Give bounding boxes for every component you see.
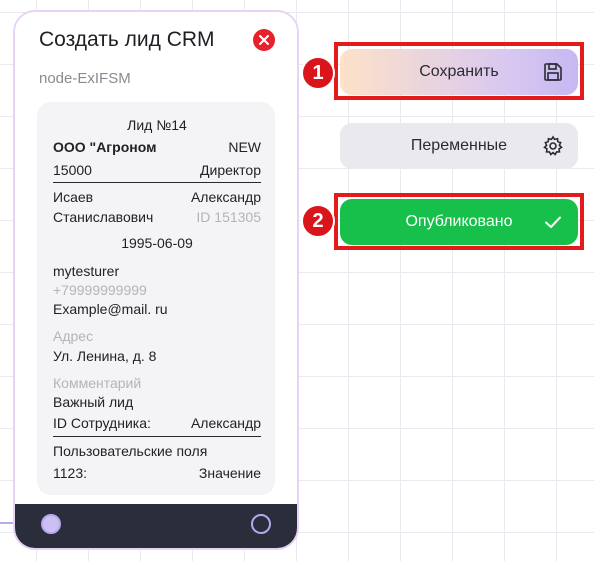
- employee-value: Александр: [190, 415, 261, 431]
- middle-name-row: Станиславович ID 151305: [53, 209, 261, 225]
- company-row: ООО "Агроном NEW: [53, 139, 261, 155]
- custom-field-key: 1123:: [53, 465, 87, 481]
- divider: [53, 436, 261, 437]
- close-button[interactable]: [253, 29, 275, 51]
- highlight-box-publish: [334, 193, 584, 250]
- employee-label: ID Сотрудника:: [53, 415, 151, 431]
- step-marker-2: 2: [301, 204, 335, 238]
- close-icon: [259, 35, 269, 45]
- address-label: Адрес: [53, 328, 94, 344]
- employee-row: ID Сотрудника: Александр: [53, 415, 261, 431]
- divider: [53, 182, 261, 183]
- variables-label: Переменные: [410, 137, 508, 154]
- birth-date: 1995-06-09: [121, 235, 193, 251]
- first-name: Александр: [190, 189, 261, 205]
- output-port[interactable]: [251, 514, 271, 534]
- node-footer: [15, 504, 297, 548]
- custom-field-row: 1123: Значение: [53, 465, 261, 481]
- node-title: Создать лид CRM: [39, 28, 215, 51]
- lead-status: NEW: [228, 139, 261, 155]
- crm-lead-node[interactable]: Создать лид CRM node-ExIFSM Лид №14 ООО …: [13, 10, 299, 550]
- lead-id: ID 151305: [196, 209, 261, 225]
- custom-fields-label: Пользовательские поля: [53, 443, 208, 459]
- lead-amount: 15000: [53, 162, 92, 178]
- company-name: ООО "Агроном: [53, 139, 157, 155]
- address: Ул. Ленина, д. 8: [53, 348, 157, 364]
- highlight-box-save: [334, 42, 584, 100]
- variables-button[interactable]: Переменные: [340, 123, 578, 169]
- contact-position: Директор: [200, 162, 261, 178]
- name-row: Исаев Александр: [53, 189, 261, 205]
- step-marker-1: 1: [301, 56, 335, 90]
- input-port[interactable]: [41, 514, 61, 534]
- phone: +79999999999: [53, 282, 147, 298]
- node-id: node-ExIFSM: [39, 70, 131, 87]
- email: Example@mail. ru: [53, 301, 168, 317]
- comment-label: Комментарий: [53, 375, 142, 391]
- lead-title: Лид №14: [127, 117, 187, 133]
- middle-name: Станиславович: [53, 209, 154, 225]
- gear-icon: [543, 135, 563, 156]
- login: mytesturer: [53, 263, 120, 279]
- amount-row: 15000 Директор: [53, 162, 261, 178]
- last-name: Исаев: [53, 189, 94, 205]
- custom-field-value: Значение: [198, 465, 261, 481]
- comment: Важный лид: [53, 394, 134, 410]
- lead-card: Лид №14 ООО "Агроном NEW 15000 Директор …: [37, 102, 275, 495]
